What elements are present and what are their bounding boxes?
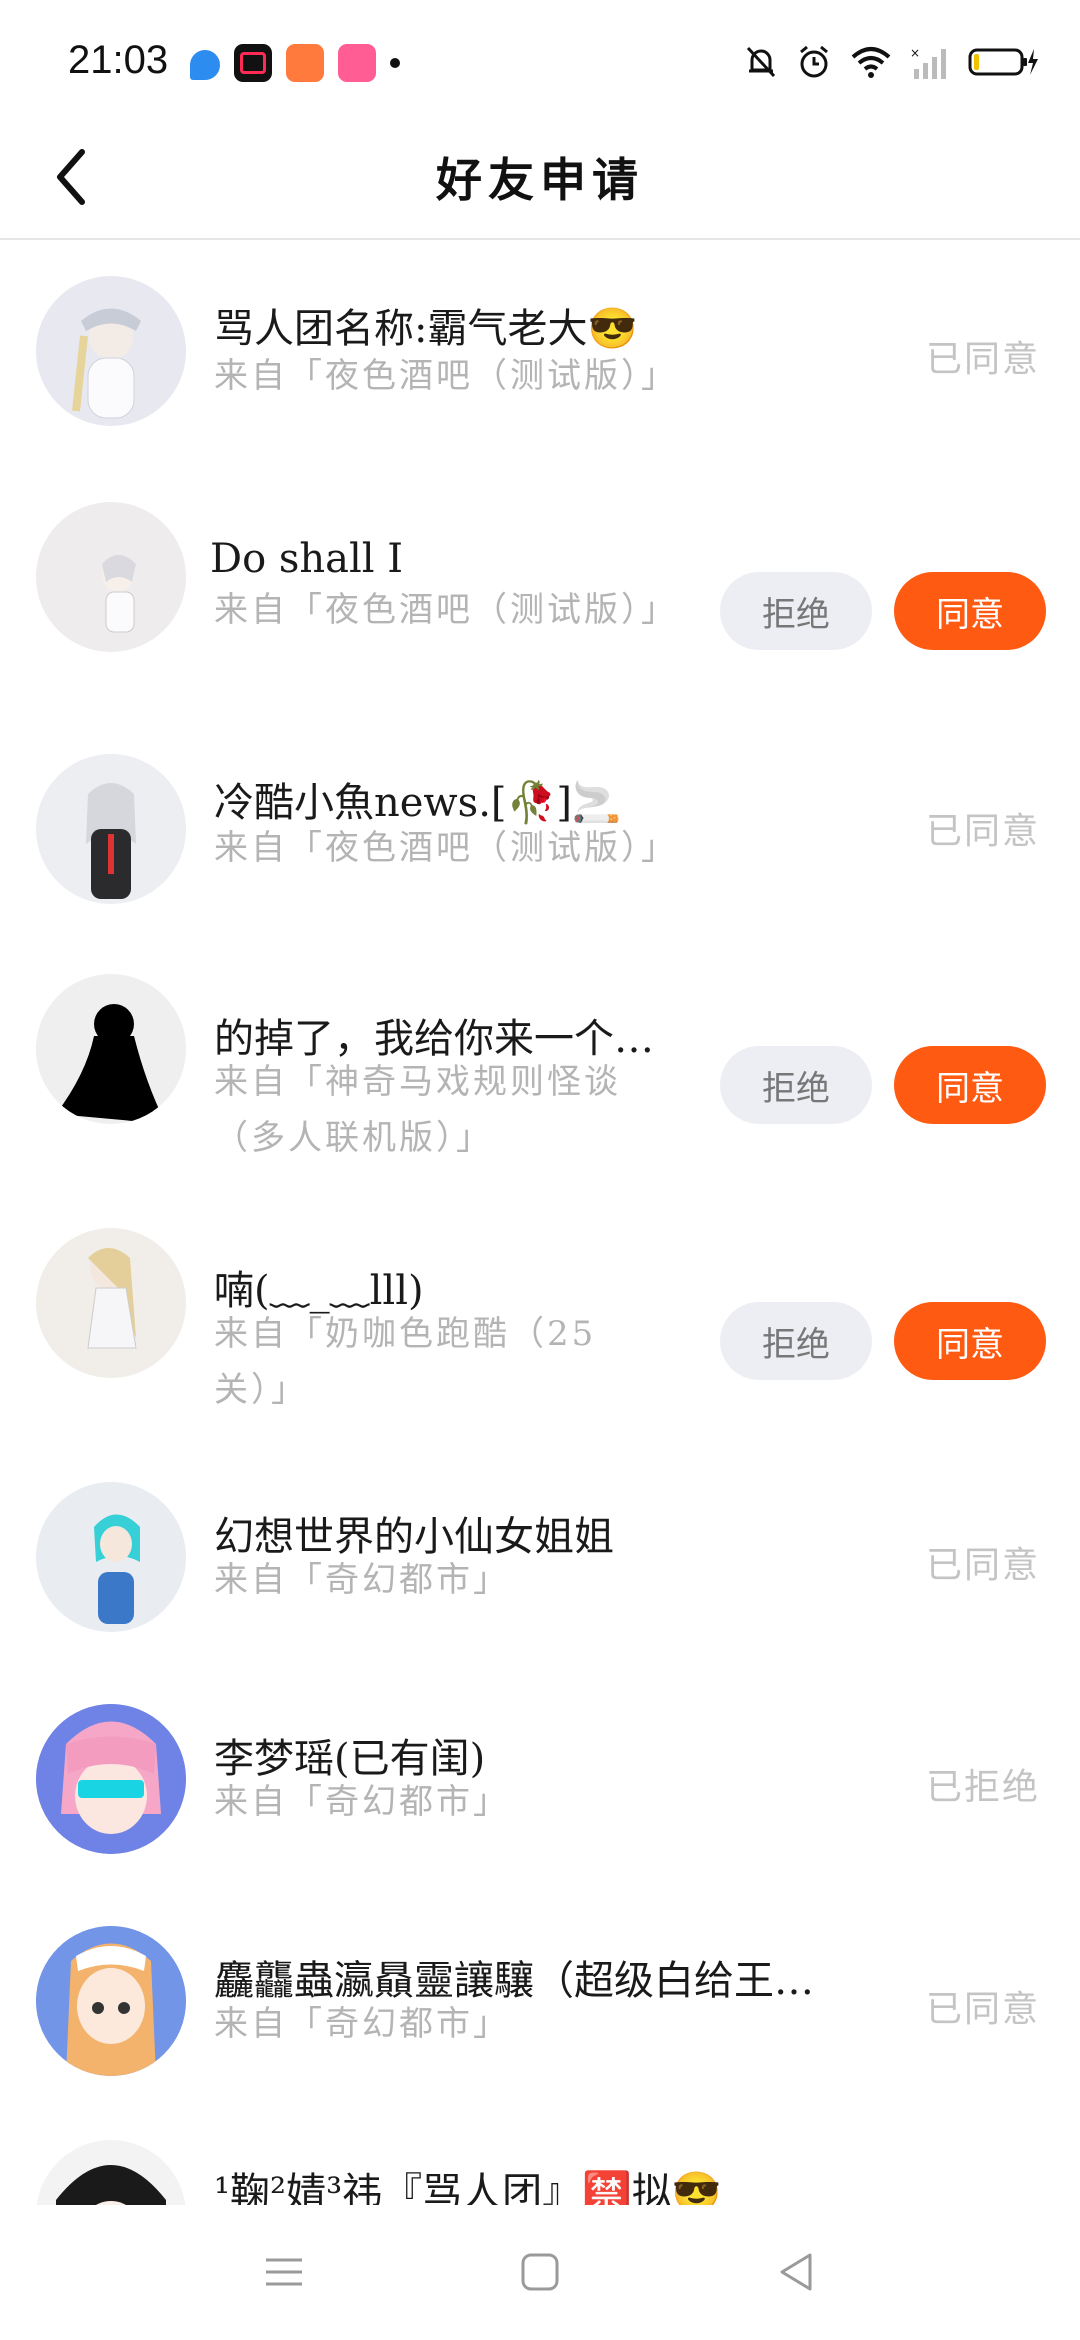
notification-icons	[190, 44, 400, 82]
avatar[interactable]	[36, 276, 186, 426]
request-source: 来自「奇幻都市」	[214, 2004, 510, 2044]
avatar[interactable]	[36, 1704, 186, 1854]
requester-name: 骂人团名称:霸气老大😎	[214, 306, 638, 352]
request-source: 来自「奇幻都市」	[214, 1560, 510, 1600]
requester-name: ¹鞠²婧³祎『骂人团』🈲拟😎	[214, 2170, 722, 2205]
avatar[interactable]	[36, 502, 186, 652]
battery-icon	[968, 48, 1038, 76]
request-status: 已同意	[925, 1989, 1040, 2030]
friend-request-item[interactable]: 幻想世界的小仙女姐姐 来自「奇幻都市」 已同意	[0, 1466, 1080, 1686]
friend-request-item[interactable]: 喃(﹏_﹏lll) 来自「奶咖色跑酷（25关）」 拒绝 同意	[0, 1214, 1080, 1466]
reject-button[interactable]: 拒绝	[720, 1046, 872, 1124]
accept-button[interactable]: 同意	[894, 1302, 1046, 1380]
page-title: 好友申请	[436, 153, 644, 207]
request-source: 来自「奶咖色跑酷（25关）」	[214, 1314, 597, 1410]
accept-button[interactable]: 同意	[894, 572, 1046, 650]
wifi-icon	[851, 47, 891, 78]
home-icon[interactable]	[520, 2252, 560, 2292]
friend-request-item[interactable]: 麤龘蟲瀛贔靈讓驤（超级白给王… 来自「奇幻都市」 已同意	[0, 1910, 1080, 2130]
request-source: 来自「奇幻都市」	[214, 1782, 510, 1822]
social-app-notification-icon	[286, 44, 324, 82]
avatar[interactable]	[36, 1228, 186, 1378]
requester-name: Do shall I	[210, 536, 404, 582]
signal-icon: ×	[910, 46, 946, 79]
page-header: 好友申请	[0, 120, 1080, 240]
reject-button[interactable]: 拒绝	[720, 572, 872, 650]
mute-bell-icon	[746, 46, 776, 78]
bilibili-notification-icon	[338, 44, 376, 82]
request-source: 来自「夜色酒吧（测试版）」	[214, 828, 678, 868]
request-source: 来自「夜色酒吧（测试版）」	[214, 356, 678, 396]
friend-request-item[interactable]: 的掉了，我给你来一个… 来自「神奇马戏规则怪谈（多人联机版）」 拒绝 同意	[0, 954, 1080, 1214]
avatar[interactable]	[36, 2140, 186, 2205]
avatar[interactable]	[36, 754, 186, 904]
system-icons: ×	[744, 44, 1040, 80]
request-source: 来自「神奇马戏规则怪谈（多人联机版）」	[214, 1062, 621, 1158]
friend-request-item[interactable]: 骂人团名称:霸气老大😎 来自「夜色酒吧（测试版）」 已同意	[0, 240, 1080, 480]
accept-button[interactable]: 同意	[894, 1046, 1046, 1124]
svg-text:×: ×	[910, 46, 920, 60]
request-status: 已拒绝	[925, 1767, 1040, 1808]
recent-apps-menu-icon[interactable]	[264, 2252, 304, 2292]
more-notifications-dot-icon	[390, 58, 400, 68]
request-source: 来自「夜色酒吧（测试版）」	[214, 590, 678, 630]
request-status: 已同意	[925, 339, 1040, 380]
app-notification-icon	[190, 50, 220, 80]
friend-request-item[interactable]: 李梦瑶(已有闺) 来自「奇幻都市」 已拒绝	[0, 1686, 1080, 1910]
avatar[interactable]	[36, 1926, 186, 2076]
avatar[interactable]	[36, 974, 186, 1124]
system-navigation-bar	[0, 2210, 1080, 2340]
avatar[interactable]	[36, 1482, 186, 1632]
request-status: 已同意	[925, 811, 1040, 852]
status-time: 21:03	[68, 38, 169, 82]
alarm-icon	[800, 45, 828, 78]
video-app-notification-icon	[234, 44, 272, 82]
friend-request-item[interactable]: 冷酷小魚news.[🥀]🚬 来自「夜色酒吧（测试版）」 已同意	[0, 734, 1080, 954]
friend-request-item[interactable]: ¹鞠²婧³祎『骂人团』🈲拟😎	[0, 2130, 1080, 2205]
request-status: 已同意	[925, 1545, 1040, 1586]
status-bar: 21:03 ×	[0, 0, 1080, 120]
friend-request-item[interactable]: Do shall I 来自「夜色酒吧（测试版）」 拒绝 同意	[0, 480, 1080, 734]
reject-button[interactable]: 拒绝	[720, 1302, 872, 1380]
friend-request-list[interactable]: 骂人团名称:霸气老大😎 来自「夜色酒吧（测试版）」 已同意 Do shall I…	[0, 240, 1080, 2205]
back-triangle-icon[interactable]	[776, 2252, 816, 2292]
